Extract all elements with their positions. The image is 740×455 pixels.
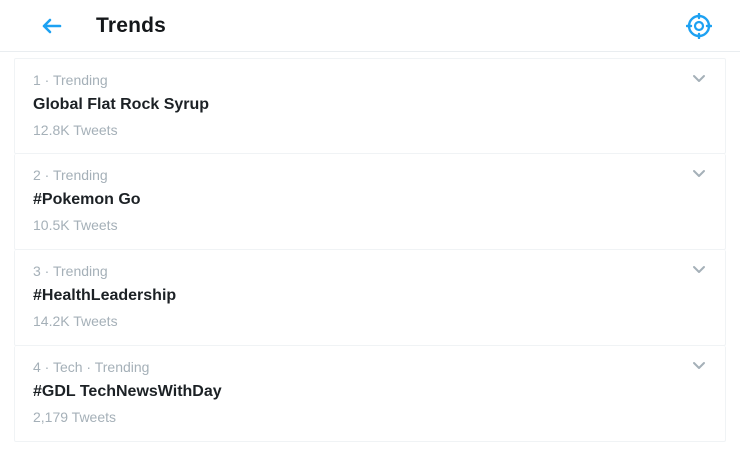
trend-name: #GDL TechNewsWithDay <box>33 383 222 400</box>
trend-name: #HealthLeadership <box>33 287 177 304</box>
trend-name: #Pokemon Go <box>33 191 141 208</box>
trend-meta: 4 · Tech · Trending <box>33 359 150 375</box>
trends-list: 1 · Trending Global Flat Rock Syrup 12.8… <box>14 58 726 445</box>
page-title: Trends <box>96 13 167 37</box>
more-options-button[interactable] <box>689 164 709 184</box>
chevron-down-icon <box>693 266 705 273</box>
chevron-down-icon <box>693 75 705 82</box>
trends-screen: Trends 1 · Trending Global Flat Rock Syr… <box>0 0 740 455</box>
trend-meta: 2 · Trending <box>33 167 108 183</box>
trend-meta: 1 · Trending <box>33 72 108 88</box>
trend-item[interactable]: 1 · Trending Global Flat Rock Syrup 12.8… <box>14 58 726 154</box>
trend-item[interactable]: 2 · Trending #Pokemon Go 10.5K Tweets <box>14 154 726 250</box>
trend-tweet-count: 14.2K Tweets <box>33 313 118 329</box>
settings-button[interactable] <box>684 11 714 41</box>
gear-icon <box>686 12 712 39</box>
trend-tweet-count: 10.5K Tweets <box>33 217 118 233</box>
more-options-button[interactable] <box>689 356 709 376</box>
more-options-button[interactable] <box>689 260 709 280</box>
chevron-down-icon <box>693 170 705 177</box>
trend-tweet-count: 12.8K Tweets <box>33 122 118 138</box>
more-options-button[interactable] <box>689 69 709 89</box>
back-arrow-icon <box>42 18 62 33</box>
app-header: Trends <box>0 0 740 52</box>
trend-item[interactable]: 4 · Tech · Trending #GDL TechNewsWithDay… <box>14 346 726 442</box>
trend-item[interactable]: 3 · Trending #HealthLeadership 14.2K Twe… <box>14 250 726 346</box>
trend-meta: 3 · Trending <box>33 263 108 279</box>
chevron-down-icon <box>693 362 705 369</box>
trend-tweet-count: 2,179 Tweets <box>33 409 117 425</box>
trend-name: Global Flat Rock Syrup <box>33 96 210 113</box>
back-button[interactable] <box>38 12 66 40</box>
